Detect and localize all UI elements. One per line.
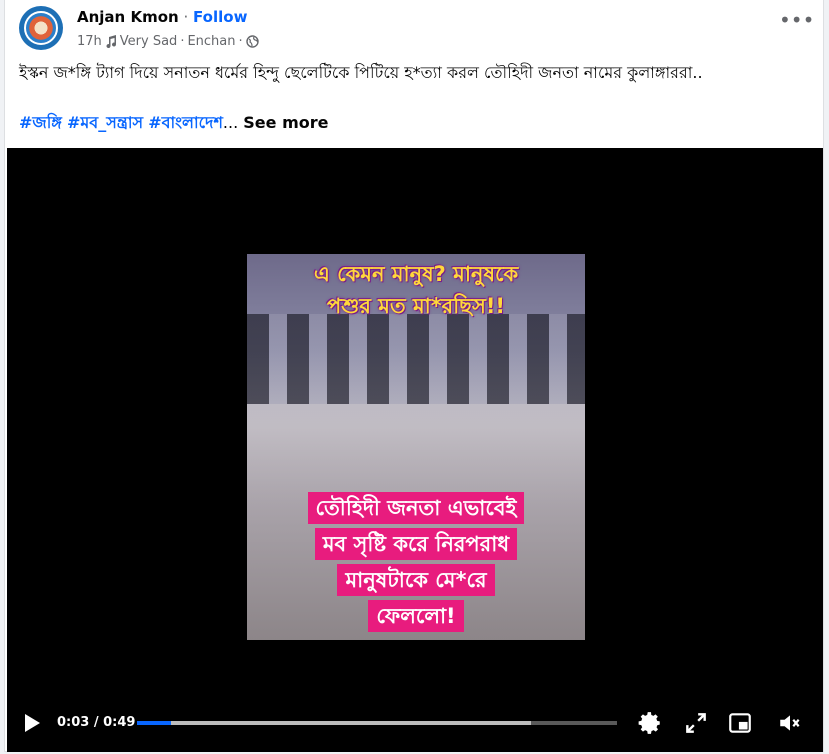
video-frame[interactable]: এ কেমন মানুষ? মানুষকে পশুর মত মা*রছিস!! … xyxy=(247,254,585,640)
avatar-image xyxy=(24,11,58,45)
progress-buffered xyxy=(137,721,531,725)
video-caption-bottom: তৌহিদী জনতা এভাবেই মব সৃষ্টি করে নিরপরাধ… xyxy=(265,492,567,632)
time-display: 0:03 / 0:49 xyxy=(57,715,136,730)
caption-bottom-line: তৌহিদী জনতা এভাবেই xyxy=(307,492,525,524)
video-caption-top: এ কেমন মানুষ? মানুষকে পশুর মত মা*রছিস!! xyxy=(247,258,585,322)
post-time[interactable]: 17h xyxy=(77,34,102,49)
author-name[interactable]: Anjan Kmon xyxy=(77,8,179,26)
hashtag[interactable]: #মব_সন্ত্রাস xyxy=(67,113,143,132)
video-controls: 0:03 / 0:49 xyxy=(7,706,823,746)
audio-track[interactable]: Very Sad xyxy=(120,34,178,49)
follow-button[interactable]: Follow xyxy=(193,8,247,26)
hashtag-line: #জঙ্গি #মব_সন্ত্রাস #বাংলাদেশ... See mor… xyxy=(19,112,328,134)
fullscreen-icon[interactable] xyxy=(683,710,709,736)
post-meta: 17h Very Sad · Enchan · xyxy=(77,34,259,49)
caption-bottom-line: ফেললো! xyxy=(368,600,464,632)
post-header: Anjan Kmon · Follow xyxy=(77,8,247,26)
audio-artist[interactable]: Enchan xyxy=(187,34,235,49)
music-note-icon xyxy=(106,35,116,48)
post-card: Anjan Kmon · Follow 17h Very Sad · Encha… xyxy=(4,0,824,752)
header-separator: · xyxy=(183,8,189,26)
video-scene-crowd xyxy=(247,314,585,404)
mute-icon[interactable] xyxy=(777,710,803,736)
post-text: ইস্কন জ*ঙ্গি ট্যাগ দিয়ে সনাতন ধর্মের হি… xyxy=(19,63,703,82)
hashtag[interactable]: #জঙ্গি xyxy=(19,113,62,132)
author-avatar[interactable] xyxy=(19,6,63,50)
video-player[interactable]: এ কেমন মানুষ? মানুষকে পশুর মত মা*রছিস!! … xyxy=(7,148,823,752)
play-icon[interactable] xyxy=(25,714,40,732)
caption-bottom-line: মানুষটাকে মে*রে xyxy=(337,564,495,596)
caption-top-line: এ কেমন মানুষ? মানুষকে xyxy=(313,262,519,286)
picture-in-picture-icon[interactable] xyxy=(727,710,753,736)
caption-bottom-line: মব সৃষ্টি করে নিরপরাধ xyxy=(314,528,518,560)
globe-icon[interactable] xyxy=(245,35,259,48)
caption-top-line: পশুর মত মা*রছিস!! xyxy=(327,294,505,318)
progress-bar[interactable] xyxy=(137,721,617,725)
see-more-link[interactable]: See more xyxy=(243,113,328,132)
ellipsis: ... xyxy=(222,113,239,132)
meta-separator: · xyxy=(238,34,243,49)
meta-separator: · xyxy=(180,34,185,49)
progress-played xyxy=(137,721,171,725)
settings-icon[interactable] xyxy=(637,710,663,736)
hashtag[interactable]: #বাংলাদেশ xyxy=(148,113,223,132)
more-options-button[interactable]: ••• xyxy=(779,10,814,34)
